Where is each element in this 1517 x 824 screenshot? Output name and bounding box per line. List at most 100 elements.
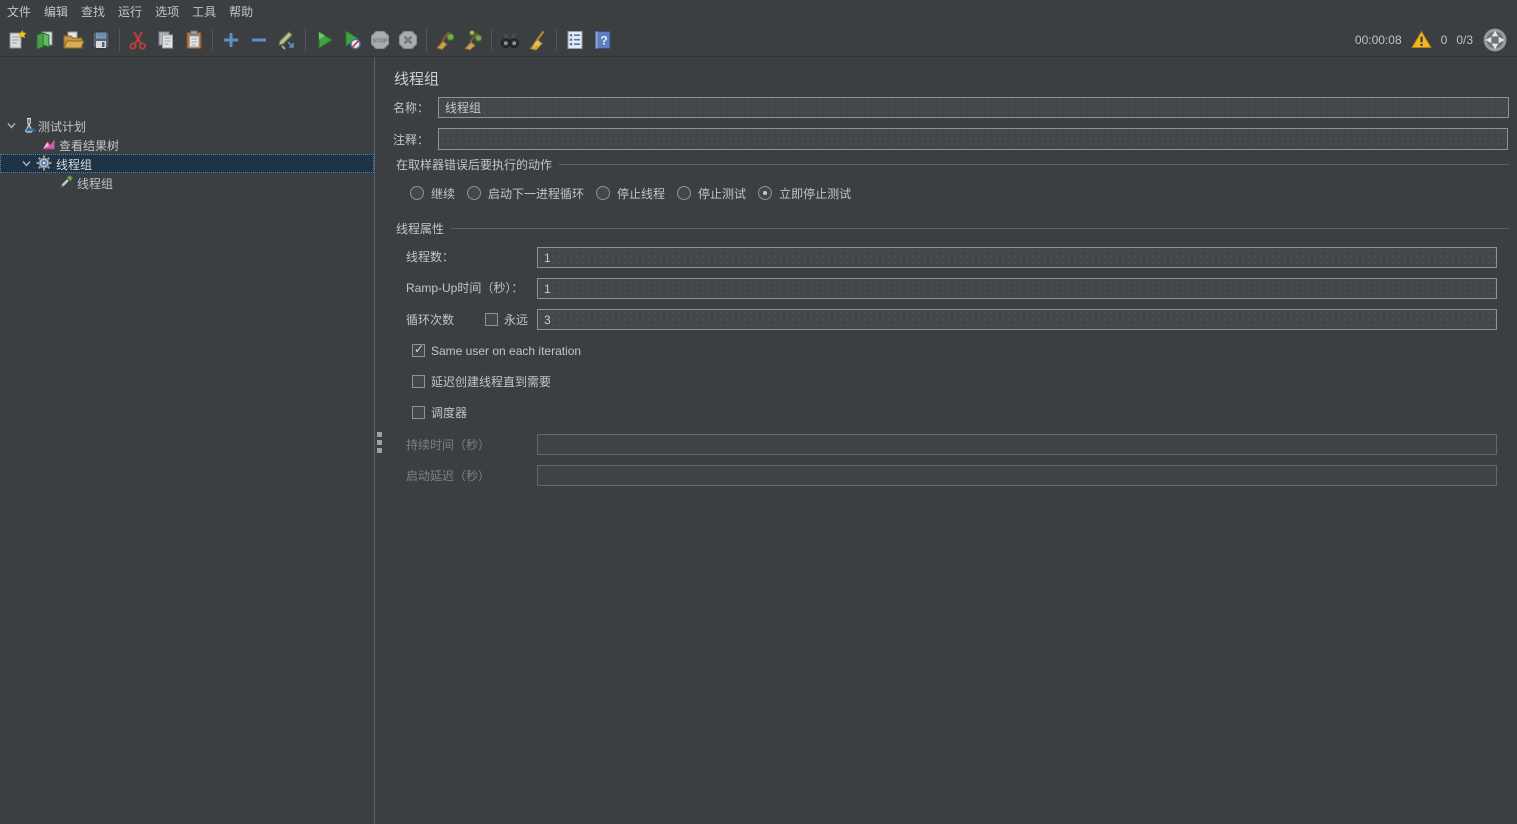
warning-icon[interactable]	[1411, 30, 1432, 49]
new-file-button[interactable]	[3, 26, 31, 54]
clear-button[interactable]	[431, 26, 459, 54]
stop-icon: STOP	[369, 29, 391, 51]
error-action-radios: 继续 启动下一进程循环 停止线程 停止测试 立即停止测试	[410, 185, 851, 201]
cut-button[interactable]	[124, 26, 152, 54]
function-helper-button[interactable]	[561, 26, 589, 54]
search-button[interactable]	[496, 26, 524, 54]
copy-icon	[155, 29, 177, 51]
stop-button[interactable]: STOP	[366, 26, 394, 54]
tree-node-label: 线程组	[77, 175, 113, 192]
clear-all-button[interactable]	[459, 26, 487, 54]
radio-option-stop-test[interactable]: 停止测试	[677, 185, 746, 202]
splitter-handle-icon[interactable]	[377, 432, 382, 453]
forever-label: 永远	[504, 313, 528, 328]
remove-button[interactable]	[245, 26, 273, 54]
toolbar-separator	[119, 29, 120, 51]
name-input[interactable]	[438, 97, 1509, 118]
tree-node-label: 测试计划	[38, 118, 86, 135]
rampup-label: Ramp-Up时间（秒）：	[406, 281, 523, 296]
radio-selected-icon[interactable]	[758, 186, 772, 200]
startup-delay-label: 启动延迟（秒）	[406, 469, 490, 484]
clear-search-button[interactable]	[524, 26, 552, 54]
scheduler-checkbox[interactable]	[412, 406, 425, 419]
radio-option-start-next-loop[interactable]: 启动下一进程循环	[467, 185, 584, 202]
scheduler-label: 调度器	[431, 406, 467, 421]
error-action-legend: 在取样器错误后要执行的动作	[396, 156, 552, 173]
clear-search-icon	[527, 29, 549, 51]
radio-label: 继续	[431, 185, 455, 202]
threads-label: 线程数：	[406, 250, 454, 265]
paste-button[interactable]	[180, 26, 208, 54]
loop-count-input[interactable]	[537, 309, 1497, 330]
group-border-line	[451, 228, 1509, 229]
save-button[interactable]	[87, 26, 115, 54]
page-title: 线程组	[394, 68, 439, 89]
menu-options[interactable]: 选项	[150, 0, 184, 23]
activity-indicator-icon	[1482, 27, 1508, 53]
clear-icon	[434, 29, 456, 51]
save-icon	[90, 29, 112, 51]
startup-delay-input	[537, 465, 1497, 486]
thread-group-config-panel: 线程组 名称： 注释： 在取样器错误后要执行的动作 继续 启动下一进程循环 停止…	[386, 57, 1517, 824]
radio-icon[interactable]	[677, 186, 691, 200]
menu-edit[interactable]: 编辑	[39, 0, 73, 23]
rampup-input[interactable]	[537, 278, 1497, 299]
comment-input[interactable]	[438, 128, 1508, 150]
forever-checkbox[interactable]	[485, 313, 498, 326]
toggle-edit-button[interactable]	[273, 26, 301, 54]
help-icon: ?	[592, 29, 614, 51]
menu-tools[interactable]: 工具	[187, 0, 221, 23]
same-user-checkbox[interactable]	[412, 344, 425, 357]
radio-icon[interactable]	[596, 186, 610, 200]
name-label: 名称：	[393, 101, 429, 116]
tree-node-label: 线程组	[56, 156, 92, 173]
delay-thread-creation-checkbox[interactable]	[412, 375, 425, 388]
templates-button[interactable]	[31, 26, 59, 54]
tree-node-thread-group[interactable]: 线程组	[0, 154, 374, 173]
threads-input[interactable]	[537, 247, 1497, 268]
toolbar-separator	[491, 29, 492, 51]
new-file-icon	[6, 29, 28, 51]
shutdown-icon	[397, 29, 419, 51]
radio-icon[interactable]	[467, 186, 481, 200]
toolbar-separator	[305, 29, 306, 51]
menu-run[interactable]: 运行	[113, 0, 147, 23]
duration-label: 持续时间（秒）	[406, 438, 490, 453]
open-file-icon	[62, 29, 84, 51]
warning-count: 0	[1441, 33, 1448, 47]
tree-node-sampler[interactable]: 线程组	[0, 173, 374, 192]
svg-text:?: ?	[600, 33, 607, 47]
add-button[interactable]	[217, 26, 245, 54]
loop-count-label: 循环次数	[406, 313, 454, 328]
delay-thread-creation-label: 延迟创建线程直到需要	[431, 375, 551, 390]
chevron-down-icon[interactable]	[5, 119, 18, 132]
open-file-button[interactable]	[59, 26, 87, 54]
radio-option-stop-test-now[interactable]: 立即停止测试	[758, 185, 851, 202]
start-no-timers-button[interactable]	[338, 26, 366, 54]
test-plan-icon	[21, 117, 37, 133]
toolbar-separator	[556, 29, 557, 51]
radio-option-stop-thread[interactable]: 停止线程	[596, 185, 665, 202]
menu-help[interactable]: 帮助	[224, 0, 258, 23]
start-button[interactable]	[310, 26, 338, 54]
toolbar-separator	[212, 29, 213, 51]
panel-splitter[interactable]	[376, 57, 386, 824]
help-button[interactable]: ?	[589, 26, 617, 54]
toolbar-separator	[426, 29, 427, 51]
menu-bar: 文件 编辑 查找 运行 选项 工具 帮助	[0, 0, 1517, 23]
radio-icon[interactable]	[410, 186, 424, 200]
start-no-timers-icon	[341, 29, 363, 51]
tree-node-view-results-tree[interactable]: 查看结果树	[0, 135, 374, 154]
thread-properties-legend: 线程属性	[396, 220, 444, 237]
thread-count: 0/3	[1456, 33, 1473, 47]
shutdown-button[interactable]	[394, 26, 422, 54]
menu-search[interactable]: 查找	[76, 0, 110, 23]
chevron-down-icon[interactable]	[20, 157, 33, 170]
comment-label: 注释：	[393, 133, 429, 148]
cut-icon	[127, 29, 149, 51]
tree-node-test-plan[interactable]: 测试计划	[0, 116, 374, 135]
copy-button[interactable]	[152, 26, 180, 54]
test-plan-tree: 测试计划 查看结果树 线程组 线程组	[0, 57, 375, 824]
menu-file[interactable]: 文件	[2, 0, 36, 23]
radio-option-continue[interactable]: 继续	[410, 185, 455, 202]
